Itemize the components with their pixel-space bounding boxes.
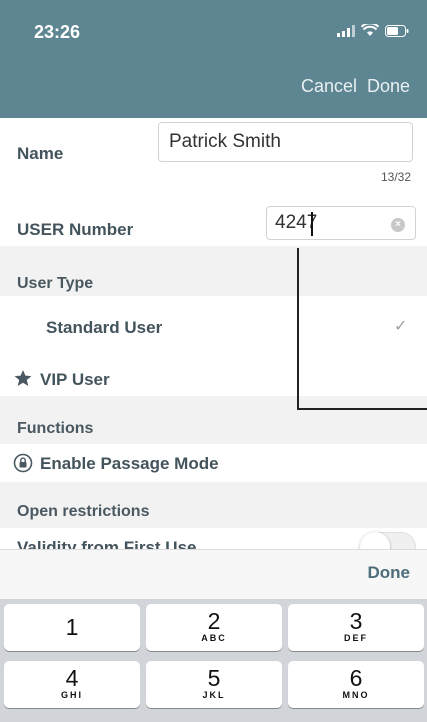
- key-letters: GHI: [60, 690, 83, 700]
- standard-user-row[interactable]: Standard User: [0, 296, 427, 348]
- callout-line-vertical: [297, 248, 299, 410]
- name-input[interactable]: Patrick Smith: [158, 122, 413, 162]
- status-time: 23:26: [34, 22, 81, 42]
- wifi-icon: [361, 24, 379, 36]
- lock-circle-icon: [13, 453, 33, 473]
- functions-section: Functions: [0, 396, 427, 444]
- key-4[interactable]: 4 GHI: [4, 661, 140, 708]
- key-6[interactable]: 6 MNO: [288, 661, 424, 708]
- done-button[interactable]: Done: [367, 76, 410, 97]
- keyboard-accessory-bar: [0, 549, 427, 600]
- phone-screen: 23:26 Cancel Done Name Patrick Smith 13/…: [0, 0, 427, 722]
- user-type-section: User Type: [0, 246, 427, 296]
- validity-toggle-clip: [0, 528, 427, 549]
- key-2[interactable]: 2 ABC: [146, 604, 282, 651]
- key-letters: DEF: [344, 633, 368, 643]
- checkmark-icon: ✓: [394, 318, 408, 335]
- key-3[interactable]: 3 DEF: [288, 604, 424, 651]
- callout-line-horizontal: [297, 408, 427, 410]
- key-letters: JKL: [202, 690, 226, 700]
- status-icons: [337, 24, 409, 37]
- user-type-heading: User Type: [17, 275, 94, 292]
- key-letters: ABC: [201, 633, 227, 643]
- open-restrictions-heading: Open restrictions: [17, 503, 150, 520]
- vip-user-row[interactable]: VIP User: [0, 348, 427, 396]
- text-caret: [311, 212, 313, 236]
- passage-mode-label: Enable Passage Mode: [40, 454, 219, 473]
- keyboard-done-button[interactable]: Done: [368, 563, 411, 583]
- key-number: 6: [349, 665, 363, 691]
- header: 23:26 Cancel Done: [0, 0, 427, 118]
- passage-mode-row[interactable]: Enable Passage Mode: [0, 444, 427, 482]
- signal-icon: [337, 24, 355, 37]
- key-number: 1: [65, 614, 79, 640]
- vip-user-label: VIP User: [40, 370, 110, 389]
- name-counter: 13/32: [380, 170, 411, 184]
- user-number-label: USER Number: [17, 220, 134, 239]
- key-letters: MNO: [342, 690, 370, 700]
- name-label: Name: [17, 144, 64, 163]
- key-5[interactable]: 5 JKL: [146, 661, 282, 708]
- key-number: 2: [207, 608, 221, 634]
- star-icon: [14, 370, 32, 386]
- key-1[interactable]: 1: [4, 604, 140, 651]
- battery-icon: [385, 24, 409, 37]
- key-number: 4: [65, 665, 79, 691]
- standard-user-label: Standard User: [46, 318, 163, 337]
- key-number: 3: [349, 608, 363, 634]
- numeric-keyboard: 1 2 ABC 3 DEF 4 GHI 5 JKL 6 MNO: [0, 599, 427, 722]
- clear-icon[interactable]: ×: [391, 218, 405, 232]
- functions-heading: Functions: [17, 420, 94, 437]
- open-restrictions-section: Open restrictions: [0, 482, 427, 528]
- key-number: 5: [207, 665, 221, 691]
- cancel-button[interactable]: Cancel: [301, 76, 357, 97]
